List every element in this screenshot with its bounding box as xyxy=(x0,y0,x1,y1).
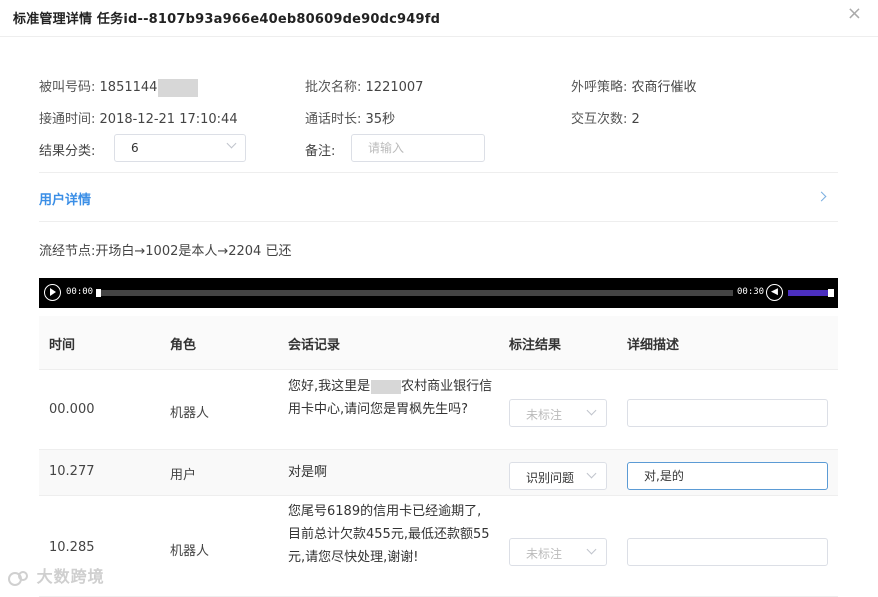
mark-select-value: 未标注 xyxy=(526,408,563,422)
chevron-down-icon xyxy=(586,405,597,416)
header-record: 会话记录 xyxy=(288,338,341,353)
total-time: 00:30 xyxy=(737,287,765,297)
audio-player: 00:00 00:30 ◀ xyxy=(39,278,838,308)
mark-select[interactable]: 识别问题 xyxy=(509,462,607,490)
result-select[interactable]: 6 xyxy=(114,134,246,162)
volume-icon[interactable]: ◀ xyxy=(766,284,783,301)
header-time: 时间 xyxy=(49,338,76,353)
header-desc: 详细描述 xyxy=(627,338,680,353)
mark-select-value: 未标注 xyxy=(526,547,563,561)
strategy-value: 农商行催收 xyxy=(631,80,697,95)
row-time: 00.000 xyxy=(49,402,95,417)
row-time: 10.277 xyxy=(49,464,95,479)
connect-time-label: 接通时间: xyxy=(39,112,96,127)
row-message-text-a: 您好,我这里是 xyxy=(288,379,371,394)
progress-thumb[interactable] xyxy=(96,289,101,297)
batch-name-value: 1221007 xyxy=(365,80,424,95)
conversation-table: 时间 角色 会话记录 标注结果 详细描述 00.000 机器人 您好,我这里是农… xyxy=(39,316,838,597)
row-message: 您好,我这里是 农村商业银行信用卡中心,请问您是胃枫先生吗? xyxy=(288,375,493,421)
remark-input[interactable] xyxy=(351,134,485,162)
row-message: 对是啊 xyxy=(288,465,328,480)
redaction-mask xyxy=(158,78,199,97)
strategy-field: 外呼策略: 农商行催收 xyxy=(571,76,697,95)
row-role: 机器人 xyxy=(170,406,210,421)
watermark: 大数跨境 xyxy=(8,563,105,587)
row-role: 机器人 xyxy=(170,544,210,559)
called-number-field: 被叫号码: 1851144 xyxy=(39,76,199,97)
result-label: 结果分类: xyxy=(39,144,96,159)
dialog-header: 标准管理详情 任务id--8107b93a966e40eb80609de90dc… xyxy=(0,0,878,37)
mark-select[interactable]: 未标注 xyxy=(509,538,607,566)
user-detail-link[interactable]: 用户详情 xyxy=(39,189,91,208)
row-role: 用户 xyxy=(170,468,197,483)
row-time: 10.285 xyxy=(49,540,95,555)
called-number-value: 1851144 xyxy=(99,80,158,95)
strategy-label: 外呼策略: xyxy=(571,80,628,95)
row-message: 您尾号6189的信用卡已经逾期了,目前总计欠款455元,最低还款额55元,请您尽… xyxy=(288,504,490,565)
volume-knob[interactable] xyxy=(828,289,834,297)
mark-select-value: 识别问题 xyxy=(526,471,575,485)
dialog-title: 标准管理详情 任务id--8107b93a966e40eb80609de90dc… xyxy=(13,12,441,27)
desc-input[interactable] xyxy=(627,399,828,427)
chevron-down-icon xyxy=(586,544,597,555)
close-icon[interactable]: × xyxy=(847,5,862,23)
current-time: 00:00 xyxy=(66,287,94,297)
desc-input[interactable] xyxy=(627,538,828,566)
interactions-field: 交互次数: 2 xyxy=(571,108,640,127)
redaction-mask xyxy=(371,379,402,394)
connect-time-field: 接通时间: 2018-12-21 17:10:44 xyxy=(39,108,238,127)
table-header: 时间 角色 会话记录 标注结果 详细描述 xyxy=(39,316,838,370)
duration-label: 通话时长: xyxy=(305,112,362,127)
batch-name-field: 批次名称: 1221007 xyxy=(305,76,423,95)
watermark-text: 大数跨境 xyxy=(36,567,105,586)
duration-value: 35秒 xyxy=(365,112,396,127)
volume-slider[interactable] xyxy=(788,289,834,297)
play-icon[interactable] xyxy=(44,284,61,301)
called-number-label: 被叫号码: xyxy=(39,80,96,95)
interactions-value: 2 xyxy=(631,112,640,127)
desc-input[interactable]: 对,是的 xyxy=(627,462,828,490)
divider xyxy=(39,172,838,173)
connect-time-value: 2018-12-21 17:10:44 xyxy=(99,112,238,127)
remark-label: 备注: xyxy=(305,144,336,159)
table-row: 00.000 机器人 您好,我这里是 农村商业银行信用卡中心,请问您是胃枫先生吗?… xyxy=(39,370,838,450)
chevron-down-icon xyxy=(226,138,237,149)
chevron-right-icon[interactable] xyxy=(816,191,827,202)
header-role: 角色 xyxy=(170,338,197,353)
batch-name-label: 批次名称: xyxy=(305,80,362,95)
table-row: 10.277 用户 对是啊 识别问题 对,是的 xyxy=(39,450,838,496)
result-select-value: 6 xyxy=(131,141,139,155)
chevron-down-icon xyxy=(586,468,597,479)
mark-select[interactable]: 未标注 xyxy=(509,399,607,427)
header-mark: 标注结果 xyxy=(509,338,562,353)
watermark-logo-icon xyxy=(8,570,28,586)
progress-track[interactable] xyxy=(96,289,733,297)
flow-nodes: 流经节点:开场白→1002是本人→2204 已还 xyxy=(39,244,292,259)
interactions-label: 交互次数: xyxy=(571,112,628,127)
table-row: 10.285 机器人 您尾号6189的信用卡已经逾期了,目前总计欠款455元,最… xyxy=(39,496,838,597)
duration-field: 通话时长: 35秒 xyxy=(305,108,395,127)
divider xyxy=(39,221,838,222)
